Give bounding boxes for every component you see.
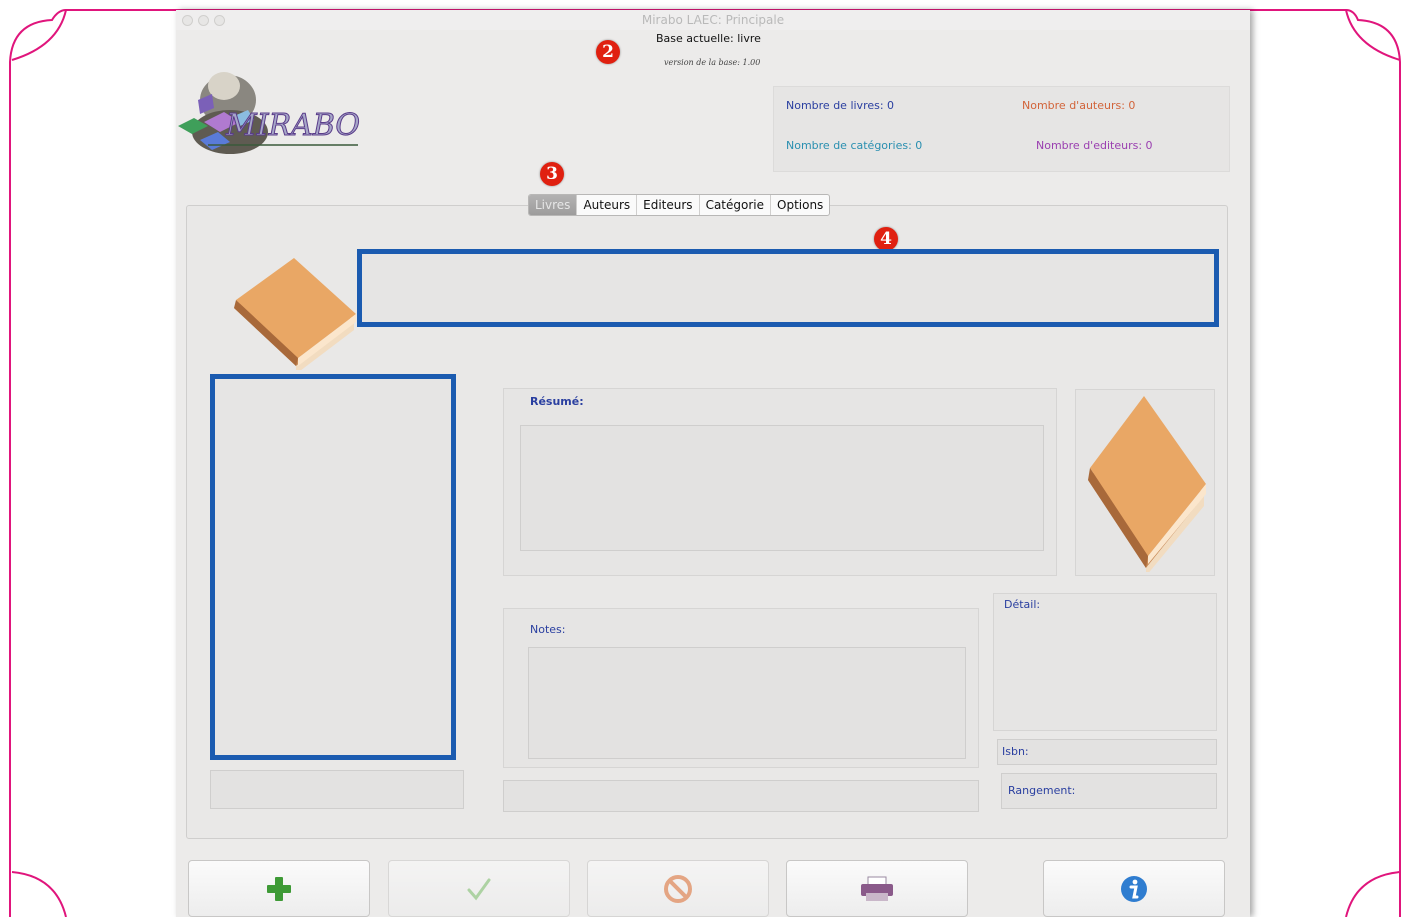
resume-textarea[interactable] <box>520 425 1044 551</box>
callout-marker-2: 2 <box>596 40 620 64</box>
add-button[interactable] <box>188 860 370 917</box>
tab-livres[interactable]: Livres <box>529 195 578 215</box>
notes-footer-field[interactable] <box>503 780 979 812</box>
title-bar: Mirabo LAEC: Principale <box>176 10 1250 30</box>
version-label: version de la base: 1.00 <box>664 58 761 67</box>
notes-label: Notes: <box>530 623 566 636</box>
minimize-window-button[interactable] <box>198 15 209 26</box>
validate-button[interactable] <box>388 860 570 917</box>
app-window: Mirabo LAEC: Principale 2 Base actuelle:… <box>176 10 1250 917</box>
detail-panel: Détail: <box>993 593 1217 731</box>
close-window-button[interactable] <box>182 15 193 26</box>
current-base-label: Base actuelle: livre <box>656 32 761 45</box>
stat-publishers: Nombre d'editeurs: 0 <box>1036 139 1153 152</box>
rangement-field[interactable]: Rangement: <box>1001 773 1217 809</box>
tab-categorie[interactable]: Catégorie <box>700 195 771 215</box>
title-field[interactable] <box>357 249 1219 327</box>
tab-options[interactable]: Options <box>771 195 829 215</box>
window-title: Mirabo LAEC: Principale <box>641 13 785 27</box>
print-button[interactable] <box>786 860 968 917</box>
resume-label: Résumé: <box>530 395 584 408</box>
callout-marker-4: 4 <box>874 227 898 251</box>
stats-panel: Nombre de livres: 0 Nombre d'auteurs: 0 … <box>773 86 1230 172</box>
books-list[interactable] <box>210 374 456 760</box>
notes-panel: Notes: <box>503 608 979 768</box>
book-icon <box>234 258 356 370</box>
isbn-label: Isbn: <box>1002 745 1029 758</box>
zoom-window-button[interactable] <box>214 15 225 26</box>
detail-label: Détail: <box>1004 598 1041 611</box>
stat-books: Nombre de livres: 0 <box>786 99 895 112</box>
rangement-label: Rangement: <box>1008 784 1076 797</box>
tab-bar: Livres Auteurs Editeurs Catégorie Option… <box>528 194 831 216</box>
list-footer-field[interactable] <box>210 770 464 809</box>
info-button[interactable] <box>1043 860 1225 917</box>
stat-categories: Nombre de catégories: 0 <box>786 139 923 152</box>
check-icon <box>467 878 491 900</box>
add-icon <box>267 876 291 901</box>
print-icon <box>861 876 893 901</box>
stat-authors: Nombre d'auteurs: 0 <box>1022 99 1136 112</box>
tab-editeurs[interactable]: Editeurs <box>637 195 700 215</box>
book-cover-icon <box>1088 396 1206 572</box>
logo-wordmark: MIRABO <box>225 108 360 143</box>
mirabo-logo: MIRABO <box>178 72 361 154</box>
tab-auteurs[interactable]: Auteurs <box>577 195 638 215</box>
book-cover-panel <box>1075 389 1215 576</box>
cancel-icon <box>664 874 692 903</box>
callout-marker-3: 3 <box>540 162 564 186</box>
resume-panel: Résumé: <box>503 388 1057 576</box>
info-icon <box>1121 875 1147 902</box>
isbn-field[interactable]: Isbn: <box>997 739 1217 765</box>
notes-textarea[interactable] <box>528 647 966 759</box>
cancel-button[interactable] <box>587 860 769 917</box>
